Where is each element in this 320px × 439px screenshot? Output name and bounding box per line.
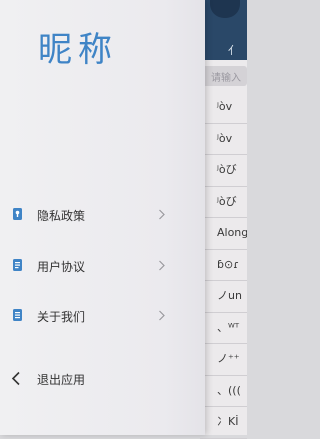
chevron-right-icon <box>159 310 165 321</box>
menu-item-about-us[interactable]: 关于我们 <box>0 301 205 331</box>
menu-item-user-agreement[interactable]: 用户协议 <box>0 251 205 281</box>
document-icon <box>13 259 22 271</box>
list-item: ʲòv <box>200 92 247 124</box>
info-document-icon <box>13 309 22 321</box>
menu-item-label: 关于我们 <box>37 310 86 324</box>
privacy-icon <box>13 208 22 220</box>
background-search-placeholder: 请输入 <box>211 73 241 84</box>
list-item: 、((( <box>200 376 247 407</box>
exit-app-label: 退出应用 <box>37 373 86 387</box>
list-item: 、ᵂᵀ <box>200 313 247 344</box>
back-arrow-icon <box>11 371 20 386</box>
list-item: ʲòび <box>200 155 247 187</box>
list-item: ɓ⊙ɾ <box>200 250 247 281</box>
list-item: ノun <box>200 281 247 313</box>
navigation-drawer: 昵称 隐私政策 用户协议 关于我们 退出应用 <box>0 0 205 435</box>
list-item: Along <box>200 218 247 250</box>
menu-item-label: 隐私政策 <box>37 209 86 223</box>
list-item: ʲòび <box>200 187 247 218</box>
menu-item-privacy-policy[interactable]: 隐私政策 <box>0 200 205 230</box>
chevron-right-icon <box>159 260 165 271</box>
list-item: ʲòv <box>200 124 247 155</box>
menu-item-label: 用户协议 <box>37 260 86 274</box>
background-header-text: 亻 <box>228 44 239 57</box>
exit-app-button[interactable]: 退出应用 <box>0 364 205 394</box>
background-list: ʲòv ʲòv ʲòび ʲòび Along ɓ⊙ɾ ノun 、ᵂᵀ ノ⁺⁺ 、(… <box>200 92 247 439</box>
list-item: ノ⁺⁺ <box>200 344 247 376</box>
nickname-title: 昵称 <box>38 30 118 70</box>
list-item: 冫Kİ <box>200 407 247 439</box>
chevron-right-icon <box>159 209 165 220</box>
